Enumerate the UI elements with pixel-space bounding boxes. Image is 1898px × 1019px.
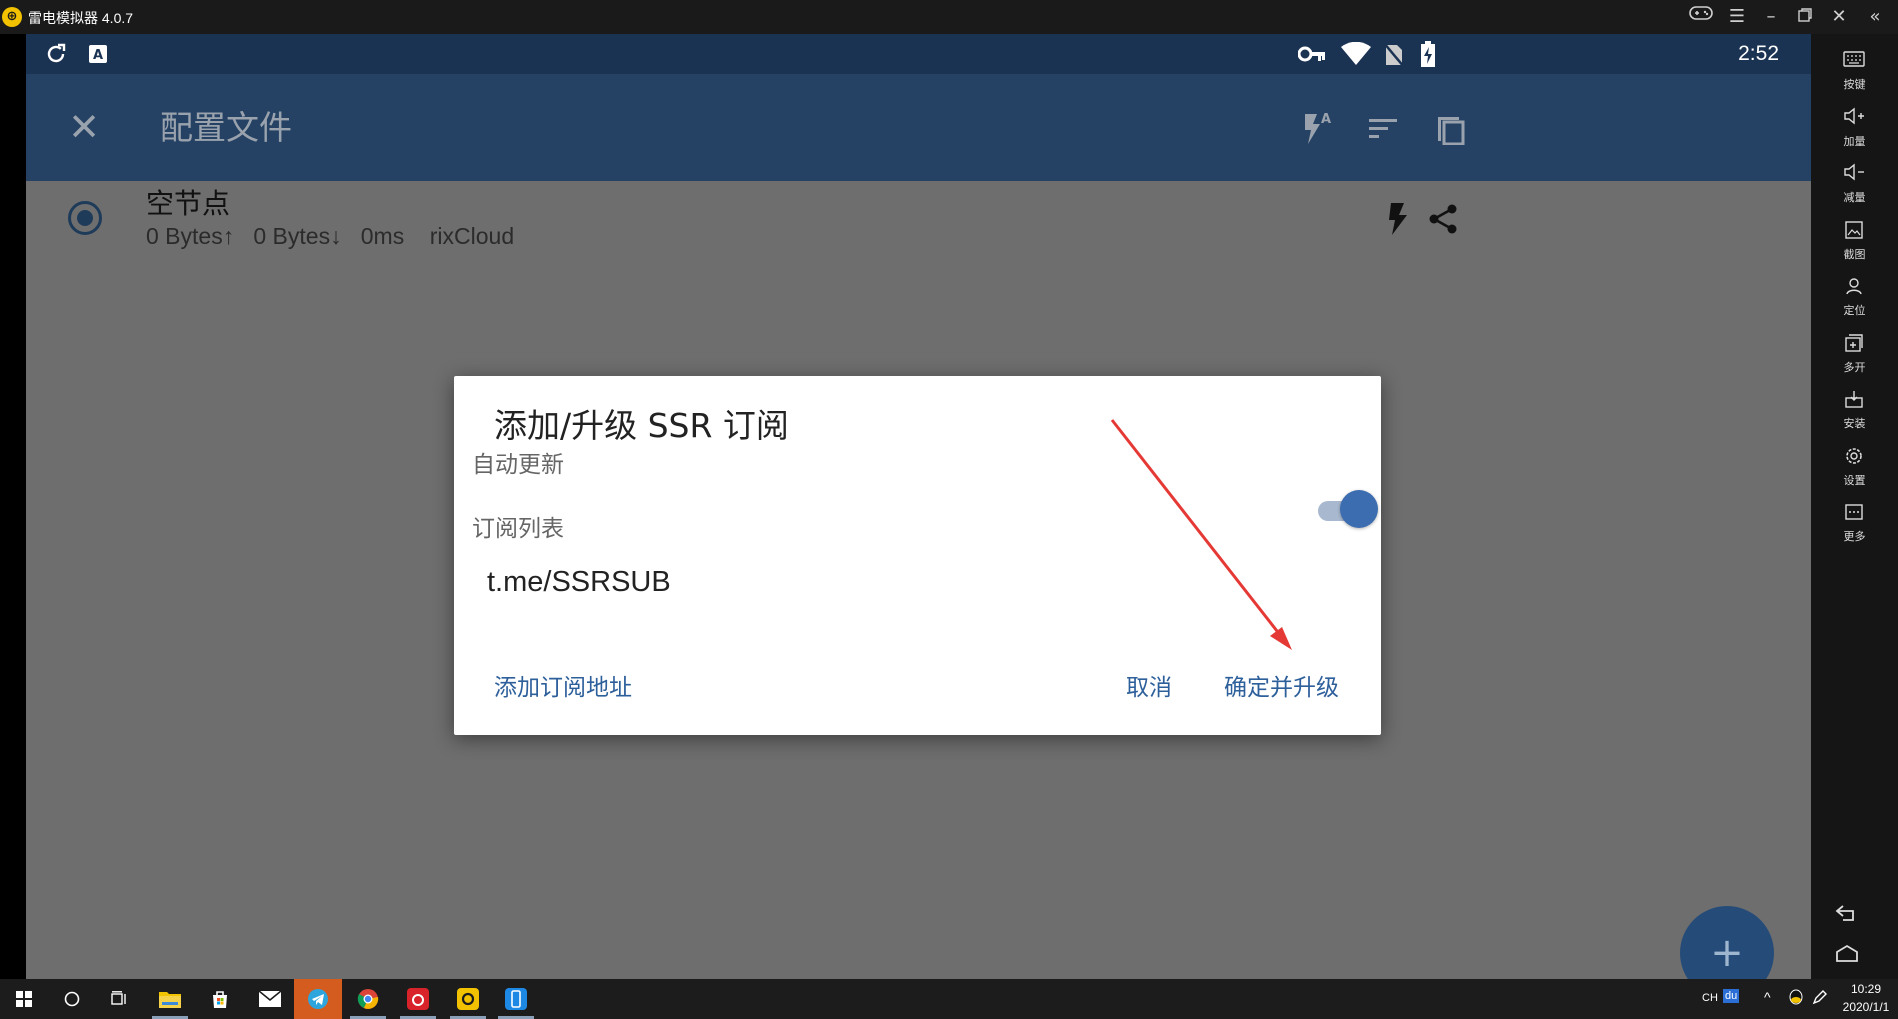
emulator-logo-icon: ⊕: [2, 7, 22, 27]
menu-icon[interactable]: ☰: [1722, 4, 1752, 30]
windows-taskbar: CH du ^ 10:29 2020/1/1: [0, 979, 1898, 1019]
back-icon[interactable]: [1835, 904, 1875, 940]
screenshot-icon: [1843, 220, 1865, 242]
task-view-icon[interactable]: [96, 979, 144, 1019]
test-latency-icon[interactable]: [1378, 199, 1418, 239]
subscription-list-label: 订阅列表: [472, 516, 564, 542]
settings-icon: [1843, 446, 1865, 468]
volume-up-icon: [1843, 107, 1865, 129]
file-explorer-icon[interactable]: [146, 979, 194, 1019]
auto-update-label: 自动更新: [472, 452, 564, 478]
multi-instance-icon: [1843, 333, 1865, 355]
close-icon[interactable]: ✕: [1824, 4, 1854, 30]
sidebar-item-label: 设置: [1843, 473, 1866, 487]
share-icon[interactable]: [1423, 199, 1463, 239]
list-item[interactable]: 空节点 0 Bytes↑ 0 Bytes↓ 0ms rixCloud: [26, 181, 1811, 263]
mail-icon[interactable]: [246, 979, 294, 1019]
sidebar-item-label: 安装: [1843, 417, 1866, 430]
sidebar-item-label: 减量: [1843, 191, 1866, 204]
clock-date: 2020/1/1: [1842, 1000, 1890, 1014]
wifi-icon: [1339, 40, 1373, 68]
dialog-title: 添加/升级 SSR 订阅: [494, 406, 789, 445]
ime-indicator[interactable]: du: [1723, 989, 1740, 1003]
sidebar-item-label: 截图: [1843, 247, 1866, 261]
sidebar-item-label: 加量: [1843, 134, 1866, 148]
phone-app-icon[interactable]: [492, 979, 540, 1019]
sort-icon[interactable]: [1358, 102, 1410, 154]
no-sim-icon: [1382, 40, 1406, 68]
location-icon: [1843, 276, 1865, 298]
app-notification-icon: A: [84, 40, 112, 68]
windows-start-icon[interactable]: [0, 979, 48, 1019]
emulator-sidebar: 按键加量减量截图定位多开安装设置更多: [1811, 34, 1898, 979]
tray-expand-icon[interactable]: ^: [1764, 989, 1771, 1005]
sidebar-item-label: 按键: [1843, 78, 1866, 91]
svg-text:A: A: [1321, 112, 1331, 127]
collapse-sidebar-icon[interactable]: «: [1860, 4, 1890, 30]
node-stats: 0 Bytes↑ 0 Bytes↓ 0ms rixCloud: [146, 223, 515, 249]
close-icon[interactable]: ✕: [60, 103, 108, 151]
refresh-icon: [42, 40, 70, 68]
sidebar-item-label: 多开: [1843, 360, 1866, 374]
ldplayer-icon[interactable]: [444, 979, 492, 1019]
language-indicator[interactable]: CH: [1702, 992, 1718, 1004]
status-bar: A 2:52: [26, 34, 1811, 74]
cancel-button[interactable]: 取消: [1126, 673, 1172, 703]
page-title: 配置文件: [160, 108, 292, 147]
sidebar-item-keyboard[interactable]: 按键: [1821, 48, 1888, 102]
auto-update-toggle[interactable]: [1318, 490, 1378, 532]
emulator-title: 雷电模拟器 4.0.7: [28, 10, 134, 26]
store-icon[interactable]: [196, 979, 244, 1019]
sidebar-item-label: 定位: [1843, 304, 1866, 317]
node-radio-selected[interactable]: [68, 201, 102, 235]
telegram-icon[interactable]: [294, 979, 342, 1019]
toggle-thumb: [1340, 490, 1378, 528]
more-icon: [1843, 502, 1865, 524]
sidebar-item-multi-instance[interactable]: 多开: [1821, 331, 1888, 385]
sidebar-item-volume-down[interactable]: 减量: [1821, 161, 1888, 215]
sidebar-item-location[interactable]: 定位: [1821, 274, 1888, 328]
status-time: 2:52: [1738, 42, 1779, 65]
sidebar-item-screenshot[interactable]: 截图: [1821, 218, 1888, 272]
vpn-key-icon: [1296, 40, 1328, 68]
sidebar-item-install[interactable]: 安装: [1821, 387, 1888, 441]
home-icon[interactable]: [1835, 944, 1875, 980]
chrome-icon[interactable]: [344, 979, 392, 1019]
keyboard-icon: [1843, 50, 1865, 72]
gamepad-icon[interactable]: [1686, 4, 1716, 30]
subscription-url[interactable]: t.me/SSRSUB: [487, 564, 671, 600]
add-subscription-button[interactable]: 添加订阅地址: [494, 673, 632, 703]
install-icon: [1843, 389, 1865, 411]
qq-tray-icon[interactable]: [1788, 989, 1804, 1010]
subscription-dialog: 添加/升级 SSR 订阅 自动更新 订阅列表 t.me/SSRSUB 添加订阅地…: [454, 376, 1381, 735]
svg-text:A: A: [93, 48, 103, 63]
sidebar-item-settings[interactable]: 设置: [1821, 444, 1888, 498]
taskbar-clock[interactable]: 10:29 2020/1/1: [1836, 980, 1896, 1016]
maximize-icon[interactable]: [1790, 4, 1820, 30]
sidebar-item-label: 更多: [1843, 530, 1866, 543]
node-name: 空节点: [146, 187, 231, 220]
auto-test-icon[interactable]: A: [1292, 102, 1344, 154]
emulator-titlebar: ⊕ 雷电模拟器 4.0.7 ☰ – ✕ «: [0, 0, 1898, 34]
netease-music-icon[interactable]: [394, 979, 442, 1019]
pen-tray-icon[interactable]: [1812, 989, 1828, 1008]
app-bar: ✕ 配置文件 A: [26, 74, 1811, 181]
confirm-upgrade-button[interactable]: 确定并升级: [1224, 673, 1339, 703]
volume-down-icon: [1843, 163, 1865, 185]
copy-icon[interactable]: [1424, 102, 1476, 154]
sidebar-item-volume-up[interactable]: 加量: [1821, 105, 1888, 159]
minimize-icon[interactable]: –: [1756, 4, 1786, 30]
sidebar-item-more[interactable]: 更多: [1821, 500, 1888, 554]
clock-time: 10:29: [1850, 982, 1882, 996]
battery-charging-icon: [1418, 40, 1438, 68]
search-icon[interactable]: [48, 979, 96, 1019]
